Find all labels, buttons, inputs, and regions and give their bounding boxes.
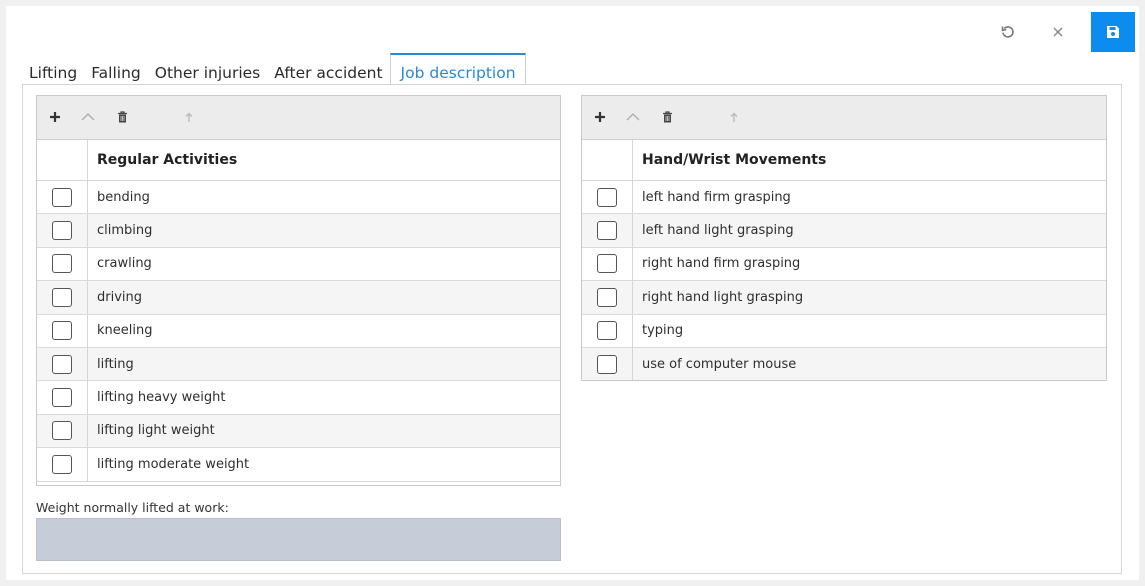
grid-header-row: Hand/Wrist Movements bbox=[582, 140, 1106, 181]
close-button[interactable] bbox=[1037, 12, 1079, 52]
grid-toolbar bbox=[582, 96, 1106, 140]
table-row: right hand firm grasping bbox=[582, 247, 1106, 282]
table-row: right hand light grasping bbox=[582, 281, 1106, 315]
collapse-button[interactable] bbox=[77, 106, 99, 128]
table-row: bending bbox=[37, 181, 560, 215]
row-label: right hand light grasping bbox=[642, 289, 804, 305]
row-checkbox[interactable] bbox=[597, 221, 617, 241]
regular-activities-grid: Regular Activities bending climbing craw… bbox=[36, 95, 561, 486]
hand-wrist-movements-grid: Hand/Wrist Movements left hand firm gras… bbox=[581, 95, 1107, 381]
table-row: lifting moderate weight bbox=[37, 448, 560, 482]
tab-lifting[interactable]: Lifting bbox=[22, 53, 84, 85]
table-row: climbing bbox=[37, 214, 560, 248]
move-up-button[interactable] bbox=[723, 106, 745, 128]
row-label: right hand firm grasping bbox=[642, 256, 801, 272]
table-row: left hand light grasping bbox=[582, 214, 1106, 248]
weight-input[interactable] bbox=[36, 518, 561, 561]
plus-icon bbox=[595, 112, 605, 122]
table-row: kneeling bbox=[37, 314, 560, 348]
row-label: lifting heavy weight bbox=[97, 390, 226, 406]
save-icon bbox=[1107, 26, 1119, 38]
table-row: crawling bbox=[37, 247, 560, 282]
collapse-button[interactable] bbox=[622, 106, 644, 128]
row-checkbox[interactable] bbox=[597, 287, 617, 307]
row-checkbox[interactable] bbox=[52, 421, 72, 441]
undo-button[interactable] bbox=[987, 12, 1029, 52]
add-row-button[interactable] bbox=[589, 106, 611, 128]
trash-icon bbox=[117, 111, 127, 123]
row-checkbox[interactable] bbox=[52, 454, 72, 474]
row-checkbox[interactable] bbox=[52, 221, 72, 241]
add-row-button[interactable] bbox=[44, 106, 66, 128]
undo-icon bbox=[1001, 26, 1014, 38]
row-label: driving bbox=[97, 289, 143, 305]
header-check-cell bbox=[37, 140, 88, 180]
chevron-up-icon bbox=[626, 113, 640, 121]
tab-job-description[interactable]: Job description bbox=[389, 53, 526, 85]
row-checkbox[interactable] bbox=[52, 187, 72, 207]
table-row: driving bbox=[37, 281, 560, 315]
arrow-up-icon bbox=[185, 112, 193, 122]
row-label: use of computer mouse bbox=[642, 356, 797, 372]
tab-bar: Lifting Falling Other injuries After acc… bbox=[22, 53, 526, 85]
column-header-hand-wrist-movements: Hand/Wrist Movements bbox=[642, 152, 827, 168]
row-checkbox[interactable] bbox=[597, 354, 617, 374]
delete-row-button[interactable] bbox=[111, 106, 133, 128]
row-checkbox[interactable] bbox=[52, 388, 72, 408]
table-row: lifting heavy weight bbox=[37, 381, 560, 415]
delete-row-button[interactable] bbox=[656, 106, 678, 128]
tab-other-injuries[interactable]: Other injuries bbox=[148, 53, 268, 85]
close-icon bbox=[1053, 27, 1063, 37]
row-checkbox[interactable] bbox=[597, 254, 617, 274]
row-checkbox[interactable] bbox=[52, 254, 72, 274]
weight-field-label: Weight normally lifted at work: bbox=[36, 500, 229, 515]
chevron-up-icon bbox=[81, 113, 95, 121]
move-up-button[interactable] bbox=[178, 106, 200, 128]
grid-toolbar bbox=[37, 96, 560, 140]
row-label: crawling bbox=[97, 256, 152, 272]
row-label: bending bbox=[97, 189, 150, 205]
row-label: kneeling bbox=[97, 323, 153, 339]
table-row: left hand firm grasping bbox=[582, 181, 1106, 215]
row-label: lifting bbox=[97, 356, 134, 372]
row-label: climbing bbox=[97, 223, 153, 239]
dialog-window: Lifting Falling Other injuries After acc… bbox=[6, 6, 1139, 580]
trash-icon bbox=[662, 111, 672, 123]
row-label: lifting moderate weight bbox=[97, 456, 250, 472]
table-row: lifting bbox=[37, 347, 560, 382]
row-checkbox[interactable] bbox=[597, 321, 617, 341]
row-checkbox[interactable] bbox=[597, 187, 617, 207]
table-row: use of computer mouse bbox=[582, 347, 1106, 380]
row-label: typing bbox=[642, 323, 684, 339]
plus-icon bbox=[50, 112, 60, 122]
save-button[interactable] bbox=[1091, 12, 1135, 52]
row-checkbox[interactable] bbox=[52, 354, 72, 374]
tab-after-accident[interactable]: After accident bbox=[267, 53, 389, 85]
header-check-cell bbox=[582, 140, 633, 180]
column-header-regular-activities: Regular Activities bbox=[97, 152, 238, 168]
arrow-up-icon bbox=[730, 112, 738, 122]
row-checkbox[interactable] bbox=[52, 321, 72, 341]
grid-header-row: Regular Activities bbox=[37, 140, 560, 181]
row-label: left hand firm grasping bbox=[642, 189, 791, 205]
table-row: lifting light weight bbox=[37, 414, 560, 449]
row-label: lifting light weight bbox=[97, 423, 215, 439]
tab-falling[interactable]: Falling bbox=[84, 53, 148, 85]
row-label: left hand light grasping bbox=[642, 223, 794, 239]
table-row: typing bbox=[582, 314, 1106, 348]
row-checkbox[interactable] bbox=[52, 287, 72, 307]
